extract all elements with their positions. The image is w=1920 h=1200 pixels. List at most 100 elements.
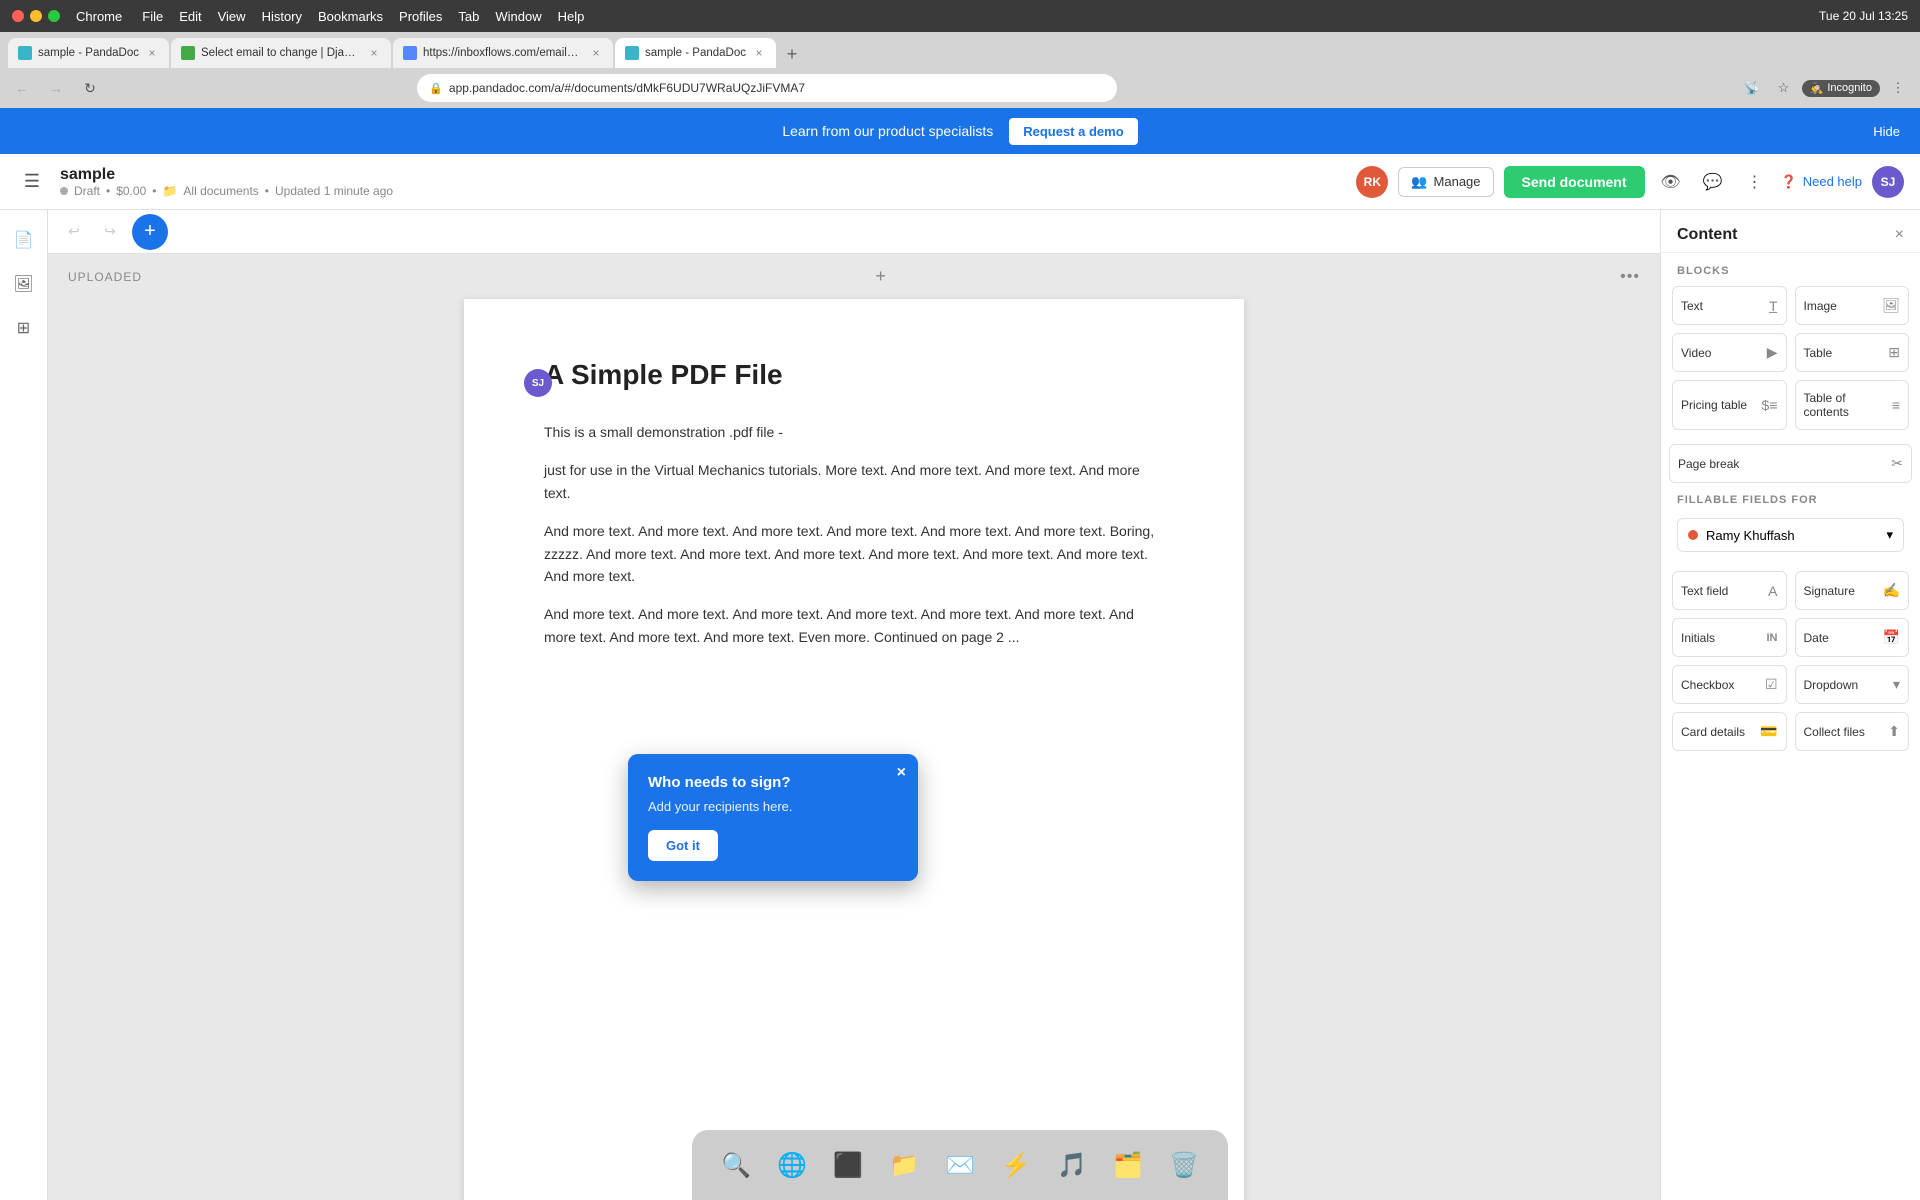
forward-button[interactable]: →	[42, 74, 70, 102]
tab-close-1[interactable]: ×	[367, 46, 381, 60]
add-block-button[interactable]: +	[132, 214, 168, 250]
help-icon: ❓	[1781, 174, 1797, 190]
block-item-text[interactable]: Text T̲	[1672, 286, 1787, 325]
close-window-button[interactable]	[12, 10, 24, 22]
dock-music-icon[interactable]: 🎵	[1048, 1141, 1096, 1189]
dock-chrome-icon[interactable]: 🌐	[768, 1141, 816, 1189]
dock-bolt-icon[interactable]: ⚡	[992, 1141, 1040, 1189]
tab-close-2[interactable]: ×	[589, 46, 603, 60]
menu-help[interactable]: Help	[558, 9, 585, 24]
user-avatar-overlay: SJ	[524, 369, 552, 397]
block-item-page-break[interactable]: Page break ✂	[1669, 444, 1912, 483]
comment-icon[interactable]: 💬	[1697, 166, 1729, 198]
dock-terminal-icon[interactable]: ⬛	[824, 1141, 872, 1189]
new-tab-button[interactable]: +	[778, 40, 806, 68]
need-help-button[interactable]: ❓ Need help	[1781, 174, 1862, 190]
block-item-table[interactable]: Table ⊞	[1795, 333, 1910, 372]
refresh-button[interactable]: ↻	[76, 74, 104, 102]
send-document-button[interactable]: Send document	[1504, 166, 1645, 198]
menu-profiles[interactable]: Profiles	[399, 9, 442, 24]
manage-button[interactable]: 👥 Manage	[1398, 167, 1493, 197]
eye-icon[interactable]: 👁	[1655, 166, 1687, 198]
menu-view[interactable]: View	[218, 9, 246, 24]
app-container: ☰ sample Draft • $0.00 • 📁 All documents…	[0, 154, 1920, 1200]
menu-file[interactable]: File	[142, 9, 163, 24]
doc-para-1: just for use in the Virtual Mechanics tu…	[544, 459, 1164, 504]
browser-chrome: sample - PandaDoc × Select email to chan…	[0, 32, 1920, 108]
dock-files-icon[interactable]: 📁	[880, 1141, 928, 1189]
doc-folder: All documents	[183, 184, 258, 198]
dock-trash-icon[interactable]: 🗑️	[1160, 1141, 1208, 1189]
tab-close-3[interactable]: ×	[752, 46, 766, 60]
fillable-item-card-details[interactable]: Card details 💳	[1672, 712, 1787, 751]
fillable-icon-dropdown: ▾	[1893, 676, 1900, 693]
cast-icon[interactable]: 📡	[1738, 74, 1766, 102]
add-page-button[interactable]: +	[875, 266, 887, 287]
recipient-name: Ramy Khuffash	[1706, 528, 1795, 543]
right-sidebar: Content × BLOCKS Text T̲ Image 🖼 Video	[1660, 210, 1920, 1200]
url-text: app.pandadoc.com/a/#/documents/dMkF6UDU7…	[449, 81, 805, 95]
browser-tab-0[interactable]: sample - PandaDoc ×	[8, 38, 169, 68]
manage-label: Manage	[1434, 174, 1481, 189]
fillable-item-initials[interactable]: Initials IN	[1672, 618, 1787, 657]
close-sidebar-button[interactable]: ×	[1895, 226, 1904, 244]
undo-button[interactable]: ↩	[60, 218, 88, 246]
block-item-video[interactable]: Video ▶	[1672, 333, 1787, 372]
more-options-button[interactable]: ⋮	[1884, 74, 1912, 102]
request-demo-button[interactable]: Request a demo	[1009, 118, 1137, 145]
recipient-select[interactable]: Ramy Khuffash ▾	[1677, 518, 1904, 552]
banner-hide-button[interactable]: Hide	[1873, 124, 1900, 139]
menu-edit[interactable]: Edit	[179, 9, 201, 24]
back-button[interactable]: ←	[8, 74, 36, 102]
menu-tab[interactable]: Tab	[458, 9, 479, 24]
url-bar[interactable]: 🔒 app.pandadoc.com/a/#/documents/dMkF6UD…	[417, 74, 1117, 102]
fillable-item-collect-files[interactable]: Collect files ⬆	[1795, 712, 1910, 751]
fillable-item-dropdown[interactable]: Dropdown ▾	[1795, 665, 1910, 704]
menu-history[interactable]: History	[262, 9, 302, 24]
menu-window[interactable]: Window	[495, 9, 541, 24]
sidebar-widgets-icon[interactable]: ⊞	[6, 310, 42, 346]
more-options-header-button[interactable]: ⋮	[1739, 166, 1771, 198]
fillable-item-date[interactable]: Date 📅	[1795, 618, 1910, 657]
hamburger-menu[interactable]: ☰	[16, 166, 48, 198]
browser-tab-1[interactable]: Select email to change | Djang... ×	[171, 38, 391, 68]
right-sidebar-header: Content ×	[1661, 210, 1920, 253]
header-right: RK 👥 Manage Send document 👁 💬 ⋮ ❓ Need h…	[1356, 166, 1904, 198]
dock-finder-icon[interactable]: 🔍	[712, 1141, 760, 1189]
dock-mail-icon[interactable]: ✉️	[936, 1141, 984, 1189]
incognito-badge: 🕵 Incognito	[1802, 80, 1880, 97]
doc-para-0: This is a small demonstration .pdf file …	[544, 421, 1164, 443]
menu-bookmarks[interactable]: Bookmarks	[318, 9, 383, 24]
promo-banner: Learn from our product specialists Reque…	[0, 108, 1920, 154]
browser-tab-2[interactable]: https://inboxflows.com/emails/... ×	[393, 38, 613, 68]
fillable-item-text-field[interactable]: Text field A	[1672, 571, 1787, 610]
tab-label-3: sample - PandaDoc	[645, 47, 746, 59]
fillable-item-checkbox[interactable]: Checkbox ☑	[1672, 665, 1787, 704]
doc-scroll-area[interactable]: UPLOADED + ••• SJ A Simple PDF File This…	[48, 254, 1660, 1200]
block-item-image[interactable]: Image 🖼	[1795, 286, 1910, 325]
block-item-toc[interactable]: Table of contents ≡	[1795, 380, 1910, 430]
popup-got-it-button[interactable]: Got it	[648, 830, 718, 861]
page-options-button[interactable]: •••	[1620, 268, 1640, 286]
tab-label-1: Select email to change | Djang...	[201, 47, 361, 59]
redo-button[interactable]: ↪	[96, 218, 124, 246]
block-item-pricing-table[interactable]: Pricing table $≡	[1672, 380, 1787, 430]
fillable-item-signature[interactable]: Signature ✍	[1795, 571, 1910, 610]
doc-price: $0.00	[116, 184, 146, 198]
bookmark-icon[interactable]: ☆	[1770, 74, 1798, 102]
block-icon-video: ▶	[1767, 344, 1778, 361]
sidebar-pages-icon[interactable]: 📄	[6, 222, 42, 258]
maximize-window-button[interactable]	[48, 10, 60, 22]
tab-close-0[interactable]: ×	[145, 46, 159, 60]
sidebar-content-icon[interactable]: 🖼	[6, 266, 42, 302]
popup-title: Who needs to sign?	[648, 774, 898, 791]
minimize-window-button[interactable]	[30, 10, 42, 22]
titlebar: Chrome File Edit View History Bookmarks …	[0, 0, 1920, 32]
chevron-down-icon: ▾	[1886, 527, 1893, 543]
popup-close-button[interactable]: ×	[897, 764, 906, 782]
meta-separator-2: •	[152, 184, 156, 198]
fillable-icon-initials: IN	[1767, 632, 1778, 644]
browser-tab-3[interactable]: sample - PandaDoc ×	[615, 38, 776, 68]
block-label-video: Video	[1681, 346, 1711, 360]
dock-apps-icon[interactable]: 🗂️	[1104, 1141, 1152, 1189]
